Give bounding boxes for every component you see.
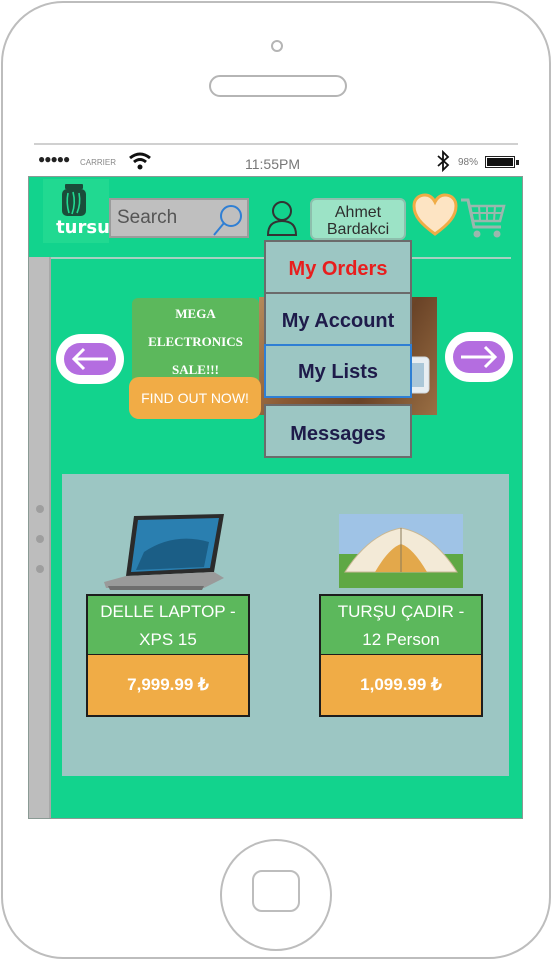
cart-icon[interactable] [459,195,507,241]
product-name-box[interactable]: TURŞU ÇADIR - 12 Person [319,594,483,656]
battery-icon [485,156,519,168]
bluetooth-icon [437,150,450,172]
jar-logo-icon [62,184,86,216]
menu-item-messages[interactable]: Messages [264,404,412,458]
tent-product-image[interactable] [339,514,463,588]
battery-percent: 98% [458,157,479,168]
app-screen: tursu Ahmet Bardakci MEGA EL [28,176,523,819]
user-icon[interactable] [265,199,299,237]
menu-item-my-lists[interactable]: My Lists [264,344,412,398]
products-panel: DELLE LAPTOP - XPS 15 7,999.99 ₺ TURŞU Ç… [62,474,509,776]
user-name-button[interactable]: Ahmet Bardakci [310,198,406,240]
search-box[interactable] [109,198,249,238]
wifi-icon [129,152,151,170]
product-name: DELLE LAPTOP - [100,602,236,621]
rail-dot [36,505,44,513]
carrier-label: CARRIER [80,158,117,167]
screen-top-border [34,143,518,145]
product-price[interactable]: 7,999.99 ₺ [86,655,250,717]
product-name-box[interactable]: DELLE LAPTOP - XPS 15 [86,594,250,656]
home-button-square [252,870,300,912]
laptop-product-image[interactable] [104,512,229,592]
arrow-right-icon [461,345,498,369]
search-icon[interactable] [209,202,249,238]
menu-item-my-orders[interactable]: My Orders [264,240,412,294]
find-out-now-button[interactable]: FIND OUT NOW! [129,377,261,419]
camera [271,40,283,52]
signal-icon: ●●●●● [38,152,70,166]
product-name-sub: 12 Person [362,630,440,649]
product-name: TURŞU ÇADIR - [337,602,465,621]
home-button[interactable] [220,839,332,951]
arrow-left-icon [71,347,108,371]
user-last-name: Bardakci [326,221,390,238]
account-dropdown-menu: My Orders My Account My Lists Messages [264,240,412,458]
product-price[interactable]: 1,099.99 ₺ [319,655,483,717]
heart-icon[interactable] [411,192,459,238]
banner-line: ELECTRONICS [148,334,243,349]
slider-prev-button[interactable] [56,334,124,384]
slider-next-button[interactable] [445,332,513,382]
banner-line: MEGA [175,306,216,321]
banner-sale-box[interactable]: MEGA ELECTRONICS SALE!!! [132,298,259,386]
product-name-sub: XPS 15 [139,630,197,649]
status-bar: ●●●●● CARRIER 11:55PM 98% [34,146,520,176]
menu-item-my-account[interactable]: My Account [264,292,412,346]
rail-dot [36,535,44,543]
logo[interactable]: tursu [43,179,110,243]
status-time: 11:55PM [245,156,300,172]
side-scrollbar[interactable] [29,257,51,818]
speaker [209,75,347,97]
rail-dot [36,565,44,573]
search-input[interactable] [117,206,215,230]
user-first-name: Ahmet [334,204,382,221]
